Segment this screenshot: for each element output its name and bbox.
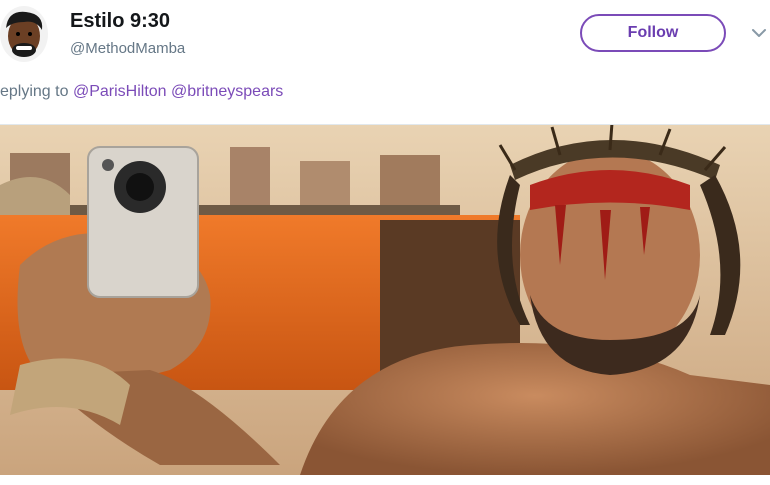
mention-link[interactable]: @ParisHilton bbox=[73, 83, 167, 100]
user-handle[interactable]: @MethodMamba bbox=[70, 40, 185, 57]
display-name[interactable]: Estilo 9:30 bbox=[70, 10, 170, 33]
avatar[interactable] bbox=[0, 6, 48, 62]
reply-prefix: eplying to bbox=[0, 83, 69, 100]
tweet-media-image[interactable] bbox=[0, 124, 770, 475]
reply-context: eplying to @ParisHilton @britneyspears bbox=[0, 83, 283, 101]
mention-link[interactable]: @britneyspears bbox=[171, 83, 283, 100]
follow-button[interactable]: Follow bbox=[580, 14, 726, 52]
chevron-down-icon[interactable] bbox=[748, 22, 770, 44]
